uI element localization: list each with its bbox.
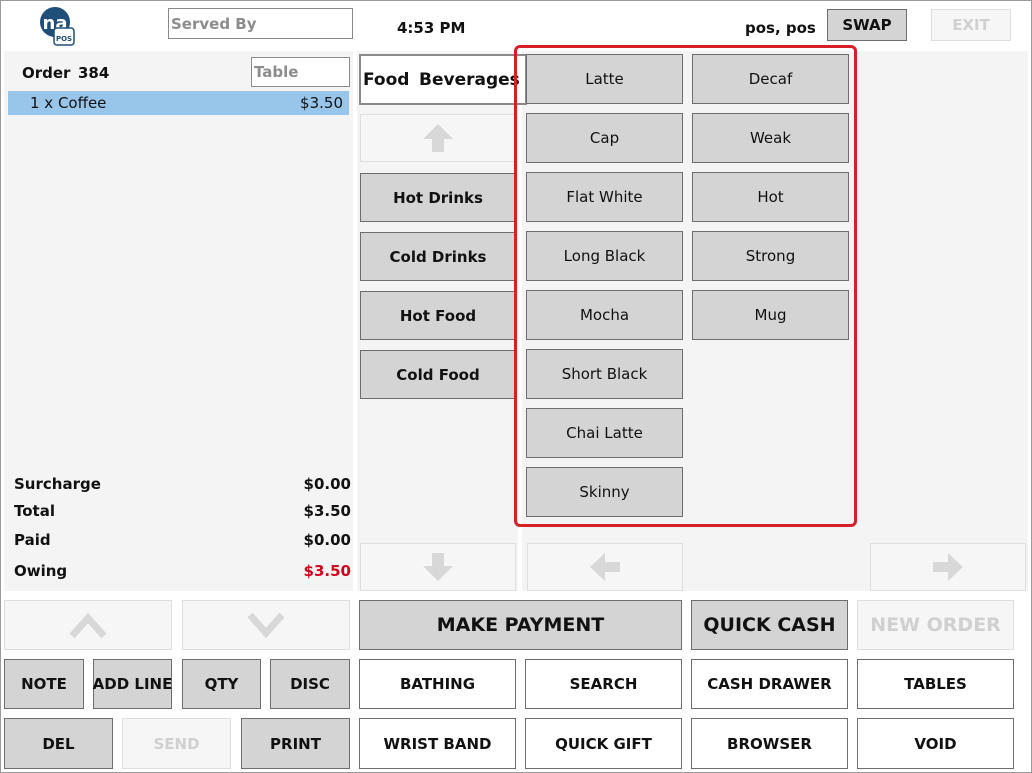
product-latte[interactable]: Latte [526, 54, 683, 104]
order-scroll-down-button[interactable] [182, 600, 350, 650]
owing-value: $3.50 [303, 562, 351, 580]
product-flat-white[interactable]: Flat White [526, 172, 683, 222]
cash-drawer-button[interactable]: CASH DRAWER [691, 659, 848, 709]
product-chai-latte[interactable]: Chai Latte [526, 408, 683, 458]
print-button[interactable]: PRINT [241, 718, 350, 769]
void-button[interactable]: VOID [857, 718, 1014, 769]
pos-logo-icon: na POS [34, 4, 78, 46]
order-line-price: $3.50 [300, 94, 343, 112]
surcharge-label: Surcharge [14, 475, 101, 493]
send-button[interactable]: SEND [122, 718, 231, 769]
category-scroll-up-button[interactable] [360, 114, 516, 162]
arrow-left-icon [590, 553, 620, 581]
order-panel [4, 51, 353, 591]
add-line-button[interactable]: ADD LINE [93, 659, 172, 709]
order-line[interactable]: 1 x Coffee $3.50 [8, 91, 349, 115]
chevron-down-icon [248, 612, 284, 638]
tables-button[interactable]: TABLES [857, 659, 1014, 709]
product-page-prev-button[interactable] [527, 543, 683, 591]
modifier-mug[interactable]: Mug [692, 290, 849, 340]
modifier-weak[interactable]: Weak [692, 113, 849, 163]
product-mocha[interactable]: Mocha [526, 290, 683, 340]
disc-button[interactable]: DISC [270, 659, 350, 709]
chevron-up-icon [70, 612, 106, 638]
total-label: Total [14, 502, 55, 520]
category-tabs: Food Beverages [359, 54, 527, 105]
served-by-input[interactable] [168, 8, 353, 39]
product-skinny[interactable]: Skinny [526, 467, 683, 517]
delete-button[interactable]: DEL [4, 718, 113, 769]
exit-button[interactable]: EXIT [931, 9, 1011, 41]
note-button[interactable]: NOTE [4, 659, 84, 709]
swap-button[interactable]: SWAP [827, 9, 907, 41]
new-order-button[interactable]: NEW ORDER [857, 600, 1014, 650]
arrow-down-icon [423, 553, 453, 581]
product-short-black[interactable]: Short Black [526, 349, 683, 399]
category-cold-food[interactable]: Cold Food [360, 350, 516, 399]
category-hot-food[interactable]: Hot Food [360, 291, 516, 340]
qty-button[interactable]: QTY [182, 659, 261, 709]
category-hot-drinks[interactable]: Hot Drinks [360, 173, 516, 222]
order-line-description: 1 x Coffee [30, 94, 107, 112]
quick-gift-button[interactable]: QUICK GIFT [525, 718, 682, 769]
arrow-right-icon [933, 553, 963, 581]
quick-cash-button[interactable]: QUICK CASH [691, 600, 848, 650]
modifier-decaf[interactable]: Decaf [692, 54, 849, 104]
search-button[interactable]: SEARCH [525, 659, 682, 709]
category-scroll-down-button[interactable] [360, 543, 516, 591]
order-number: 384 [78, 64, 110, 82]
category-cold-drinks[interactable]: Cold Drinks [360, 232, 516, 281]
owing-label: Owing [14, 562, 68, 580]
total-value: $3.50 [303, 502, 351, 520]
wrist-band-button[interactable]: WRIST BAND [359, 718, 516, 769]
tab-beverages[interactable]: Beverages [419, 70, 520, 90]
svg-text:POS: POS [56, 35, 72, 43]
product-cap[interactable]: Cap [526, 113, 683, 163]
product-page-next-button[interactable] [870, 543, 1026, 591]
bathing-button[interactable]: BATHING [359, 659, 516, 709]
surcharge-value: $0.00 [303, 475, 351, 493]
make-payment-button[interactable]: MAKE PAYMENT [359, 600, 682, 650]
order-scroll-up-button[interactable] [4, 600, 172, 650]
table-input[interactable] [251, 57, 350, 87]
product-long-black[interactable]: Long Black [526, 231, 683, 281]
paid-label: Paid [14, 531, 51, 549]
arrow-up-icon [423, 124, 453, 152]
clock: 4:53 PM [397, 19, 466, 37]
modifier-hot[interactable]: Hot [692, 172, 849, 222]
order-label: Order [22, 64, 71, 82]
user-name: pos, pos [745, 19, 816, 37]
paid-value: $0.00 [303, 531, 351, 549]
tab-food[interactable]: Food [363, 70, 409, 90]
browser-button[interactable]: BROWSER [691, 718, 848, 769]
modifier-strong[interactable]: Strong [692, 231, 849, 281]
